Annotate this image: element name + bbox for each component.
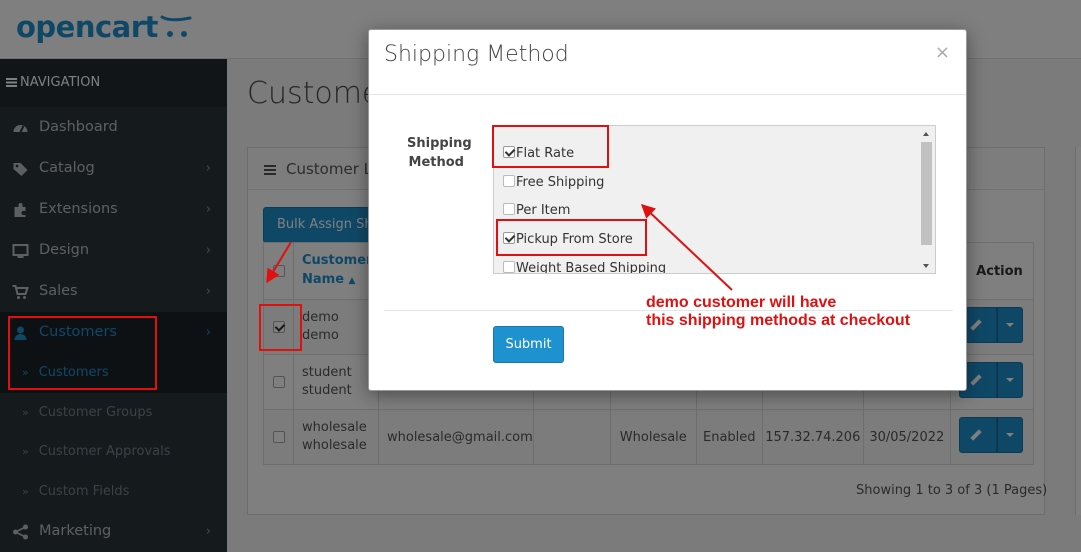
highlight-customers-menu <box>8 316 157 390</box>
listbox-scrollbar[interactable] <box>918 126 935 273</box>
annotation-text: demo customer will have this shipping me… <box>646 294 910 330</box>
option-label: Per Item <box>516 203 571 218</box>
highlight-pickup-from-store <box>496 219 647 256</box>
highlight-flat-rate <box>492 125 609 168</box>
submit-button[interactable]: Submit <box>493 326 564 363</box>
highlight-demo-checkbox <box>259 304 302 351</box>
option-checkbox[interactable] <box>503 175 515 187</box>
annotation-line-2: this shipping methods at checkout <box>646 312 911 329</box>
option-checkbox[interactable] <box>503 203 515 215</box>
shipping-method-label: Shipping Method <box>407 136 472 170</box>
modal-header: Shipping Method × <box>369 30 966 95</box>
option-weight-based-shipping[interactable]: Weight Based Shipping <box>503 258 667 274</box>
option-label: Weight Based Shipping <box>516 261 667 274</box>
shipping-method-modal: Shipping Method × Shipping Method Flat R… <box>368 29 967 391</box>
modal-title: Shipping Method <box>384 42 569 67</box>
scroll-up-icon[interactable] <box>923 132 929 136</box>
option-label: Free Shipping <box>516 175 605 190</box>
annotation-line-1: demo customer will have <box>646 294 837 311</box>
option-checkbox[interactable] <box>503 261 515 273</box>
option-free-shipping[interactable]: Free Shipping <box>503 172 604 194</box>
scroll-down-icon[interactable] <box>923 264 929 268</box>
scrollbar-thumb[interactable] <box>921 142 932 245</box>
close-icon[interactable]: × <box>935 42 950 63</box>
